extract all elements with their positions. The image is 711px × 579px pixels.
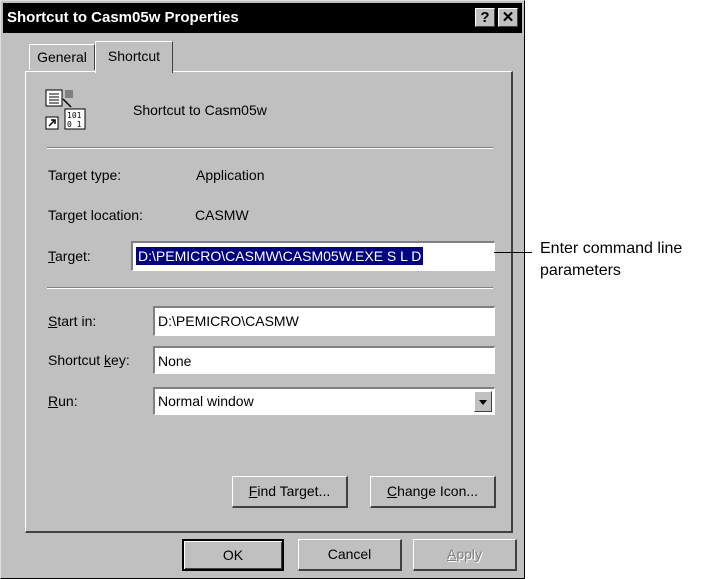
tab-shortcut-label: Shortcut [107, 48, 161, 64]
tab-panel-shortcut [25, 71, 513, 533]
shortcut-key-label: Shortcut key: [48, 352, 130, 368]
title-bar[interactable]: Shortcut to Casm05w Properties ? ✕ [3, 3, 522, 33]
annotation-callout: Enter command line parameters [540, 238, 682, 282]
run-label: Run: [48, 393, 78, 409]
properties-dialog: Shortcut to Casm05w Properties ? ✕ Gener… [0, 0, 525, 579]
tab-general[interactable]: General [29, 44, 95, 70]
shortcut-name: Shortcut to Casm05w [133, 102, 267, 118]
run-value: Normal window [158, 393, 254, 409]
chevron-down-icon[interactable] [474, 391, 492, 412]
target-type-value: Application [196, 167, 265, 183]
run-select[interactable]: Normal window [153, 387, 495, 415]
start-in-value: D:\PEMICRO\CASMW [158, 313, 299, 329]
close-icon: ✕ [501, 9, 515, 26]
start-in-label: Start in: [48, 313, 97, 329]
cancel-button[interactable]: Cancel [298, 539, 402, 571]
tab-general-label: General [37, 49, 87, 65]
target-location-label: Target location: [48, 207, 143, 223]
help-button[interactable]: ? [475, 8, 495, 27]
target-type-label: Target type: [48, 167, 122, 183]
shortcut-key-input[interactable]: None [153, 346, 495, 374]
separator-middle [47, 287, 493, 289]
window-title: Shortcut to Casm05w Properties [7, 9, 239, 26]
svg-text:101: 101 [67, 111, 82, 120]
svg-text:0 1: 0 1 [67, 120, 82, 129]
annotation-leader-line [494, 252, 532, 253]
target-input-value: D:\PEMICRO\CASMW\CASM05W.EXE S L D [136, 247, 424, 265]
close-button[interactable]: ✕ [498, 8, 518, 27]
separator-top [47, 147, 493, 149]
annotation-line-2: parameters [540, 262, 621, 279]
find-target-button[interactable]: Find Target... [232, 476, 348, 508]
tab-shortcut[interactable]: Shortcut [95, 41, 173, 73]
change-icon-button[interactable]: Change Icon... [370, 476, 496, 508]
apply-button[interactable]: Apply [413, 539, 517, 571]
target-label: Target: [48, 248, 91, 264]
start-in-input[interactable]: D:\PEMICRO\CASMW [153, 306, 495, 336]
shortcut-application-icon: 101 0 1 [45, 89, 86, 130]
ok-button[interactable]: OK [182, 539, 284, 571]
target-location-value: CASMW [195, 207, 249, 223]
annotation-line-1: Enter command line [540, 240, 683, 257]
help-icon: ? [480, 9, 490, 26]
shortcut-key-value: None [158, 353, 192, 369]
target-input[interactable]: D:\PEMICRO\CASMW\CASM05W.EXE S L D [131, 241, 495, 271]
